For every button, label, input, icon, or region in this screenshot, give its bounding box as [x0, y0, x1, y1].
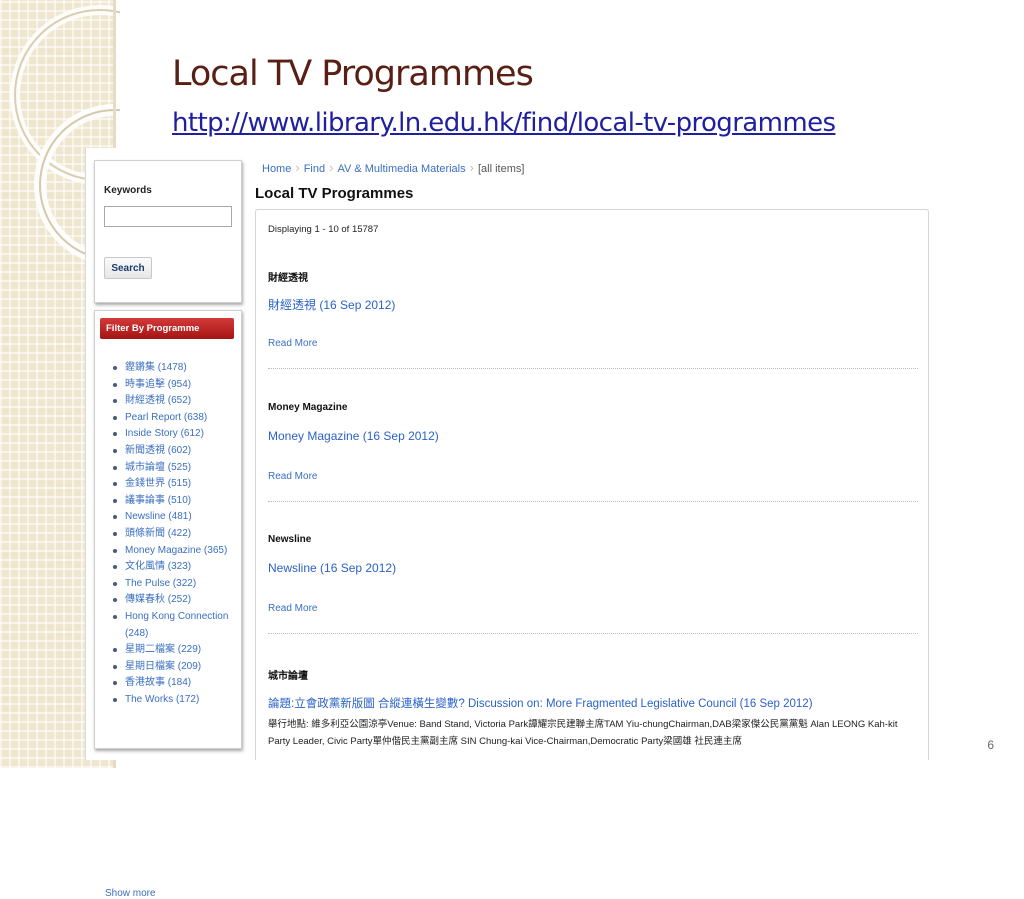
result-divider: [268, 368, 918, 369]
filter-by-programme-panel: Filter By Programme 鏗鏘集 (1478) 時事追擊 (954…: [94, 310, 242, 899]
breadcrumb-current: [all items]: [477, 163, 525, 175]
keywords-label: Keywords: [104, 185, 152, 196]
programme-filter-label: 傳媒春秋 (252): [125, 594, 192, 606]
programme-filter-item[interactable]: Money Magazine (365): [113, 543, 233, 560]
page-title: Local TV Programmes: [255, 185, 414, 202]
result-description: 舉行地點: 維多利亞公園涼亭Venue: Band Stand, Victori…: [268, 719, 898, 747]
chevron-right-icon: ›: [329, 160, 334, 175]
programme-filter-label: 香港故事 (184): [125, 677, 192, 689]
bullet-icon: [113, 664, 117, 669]
bullet-icon: [113, 697, 117, 702]
bullet-icon: [113, 482, 117, 487]
search-button[interactable]: Search: [104, 257, 152, 279]
programme-filter-item[interactable]: 傳媒春秋 (252): [113, 592, 233, 609]
bullet-icon: [113, 465, 117, 470]
result-category: 財經透視: [268, 273, 308, 284]
read-more-link[interactable]: Read More: [268, 338, 317, 349]
programme-filter-label: Money Magazine (365): [125, 544, 228, 556]
result-category: Newsline: [268, 534, 312, 545]
programme-filter-label: 新聞透視 (602): [125, 444, 192, 456]
programme-filter-label: The Works (172): [125, 693, 200, 705]
programme-filter-item[interactable]: 新聞透視 (602): [113, 443, 233, 460]
chevron-right-icon: ›: [295, 160, 300, 175]
results-count: Displaying 1 - 10 of 15787: [268, 224, 379, 235]
programme-filter-item[interactable]: 星期日檔案 (209): [113, 659, 233, 676]
programme-filter-item[interactable]: 財經透視 (652): [113, 393, 233, 410]
programme-filter-label: 財經透視 (652): [125, 395, 192, 407]
programme-filter-label: 金錢世界 (515): [125, 478, 192, 490]
slide-number: 6: [987, 738, 994, 752]
breadcrumb: Home › Find › AV & Multimedia Materials › [all…: [262, 160, 524, 176]
programme-filter-item[interactable]: Newsline (481): [113, 509, 233, 526]
programme-filter-label: Hong Kong Connection (248): [125, 610, 229, 639]
bullet-icon: [113, 548, 117, 553]
result-divider: [268, 501, 918, 502]
results-panel: Displaying 1 - 10 of 15787 財經透視 財經透視 (16…: [255, 209, 929, 760]
bullet-icon: [113, 598, 117, 603]
result-divider: [268, 633, 918, 634]
keyword-search-panel: Keywords Search: [94, 160, 242, 303]
chevron-right-icon: ›: [469, 160, 474, 175]
keywords-input[interactable]: [104, 206, 232, 227]
show-more-link[interactable]: Show more: [105, 888, 156, 899]
programme-filter-item[interactable]: Hong Kong Connection (248): [113, 609, 233, 642]
programme-filter-item[interactable]: 金錢世界 (515): [113, 476, 233, 493]
bullet-icon: [113, 415, 117, 420]
bullet-icon: [113, 432, 117, 437]
bullet-icon: [113, 448, 117, 453]
programme-filter-item[interactable]: 城市論壇 (525): [113, 460, 233, 477]
breadcrumb-home[interactable]: Home: [262, 163, 291, 175]
result-category: Money Magazine: [268, 402, 348, 413]
bullet-icon: [113, 531, 117, 536]
programme-filter-label: 星期日檔案 (209): [125, 660, 202, 672]
result-title-link[interactable]: 論題:立會政黨新版圖 合縱連橫生變數? Discussion on: More …: [268, 695, 813, 711]
result-category: 城市論壇: [268, 671, 308, 682]
bullet-icon: [113, 382, 117, 387]
bullet-icon: [113, 515, 117, 520]
programme-filter-item[interactable]: 星期二檔案 (229): [113, 642, 233, 659]
bullet-icon: [113, 681, 117, 686]
programme-filter-label: Newsline (481): [125, 511, 192, 523]
slide-url-link[interactable]: http://www.library.ln.edu.hk/find/local-…: [172, 108, 836, 138]
programme-filter-item[interactable]: 議事論事 (510): [113, 493, 233, 510]
bullet-icon: [113, 399, 117, 404]
programme-filter-label: 鏗鏘集 (1478): [125, 362, 187, 373]
read-more-link[interactable]: Read More: [268, 603, 317, 614]
filter-header: Filter By Programme: [100, 318, 234, 339]
programme-filter-list: 鏗鏘集 (1478) 時事追擊 (954) 財經透視 (652) Pearl R…: [113, 360, 233, 708]
programme-filter-item[interactable]: 鏗鏘集 (1478): [113, 360, 233, 377]
programme-filter-label: 時事追擊 (954): [125, 378, 192, 390]
programme-filter-label: 星期二檔案 (229): [125, 644, 202, 656]
slide-title: Local TV Programmes: [172, 54, 534, 94]
programme-filter-label: 議事論事 (510): [125, 494, 192, 506]
programme-filter-item[interactable]: 時事追擊 (954): [113, 377, 233, 394]
bullet-icon: [113, 498, 117, 503]
website-screenshot: Keywords Search Filter By Programme 鏗鏘集 …: [85, 148, 941, 899]
result-title-link[interactable]: Newsline (16 Sep 2012): [268, 561, 396, 575]
programme-filter-item[interactable]: 香港故事 (184): [113, 675, 233, 692]
programme-filter-label: Pearl Report (638): [125, 411, 208, 423]
programme-filter-label: 城市論壇 (525): [125, 461, 192, 473]
bullet-icon: [113, 565, 117, 570]
programme-filter-label: 文化風情 (323): [125, 561, 192, 573]
programme-filter-item[interactable]: 文化風情 (323): [113, 559, 233, 576]
result-title-link[interactable]: 財經透視 (16 Sep 2012): [268, 296, 395, 313]
bullet-icon: [113, 366, 117, 370]
programme-filter-item[interactable]: The Pulse (322): [113, 576, 233, 593]
bullet-icon: [113, 648, 117, 653]
programme-filter-label: The Pulse (322): [125, 577, 197, 589]
programme-filter-item[interactable]: Inside Story (612): [113, 426, 233, 443]
programme-filter-item[interactable]: 頭條新聞 (422): [113, 526, 233, 543]
programme-filter-item[interactable]: Pearl Report (638): [113, 410, 233, 427]
bullet-icon: [113, 614, 117, 619]
programme-filter-item[interactable]: The Works (172): [113, 692, 233, 709]
bullet-icon: [113, 581, 117, 586]
breadcrumb-av-multimedia[interactable]: AV & Multimedia Materials: [337, 163, 465, 175]
breadcrumb-find[interactable]: Find: [304, 163, 325, 175]
programme-filter-label: Inside Story (612): [125, 428, 204, 440]
programme-filter-label: 頭條新聞 (422): [125, 527, 192, 539]
result-title-link[interactable]: Money Magazine (16 Sep 2012): [268, 429, 439, 443]
read-more-link[interactable]: Read More: [268, 471, 317, 482]
